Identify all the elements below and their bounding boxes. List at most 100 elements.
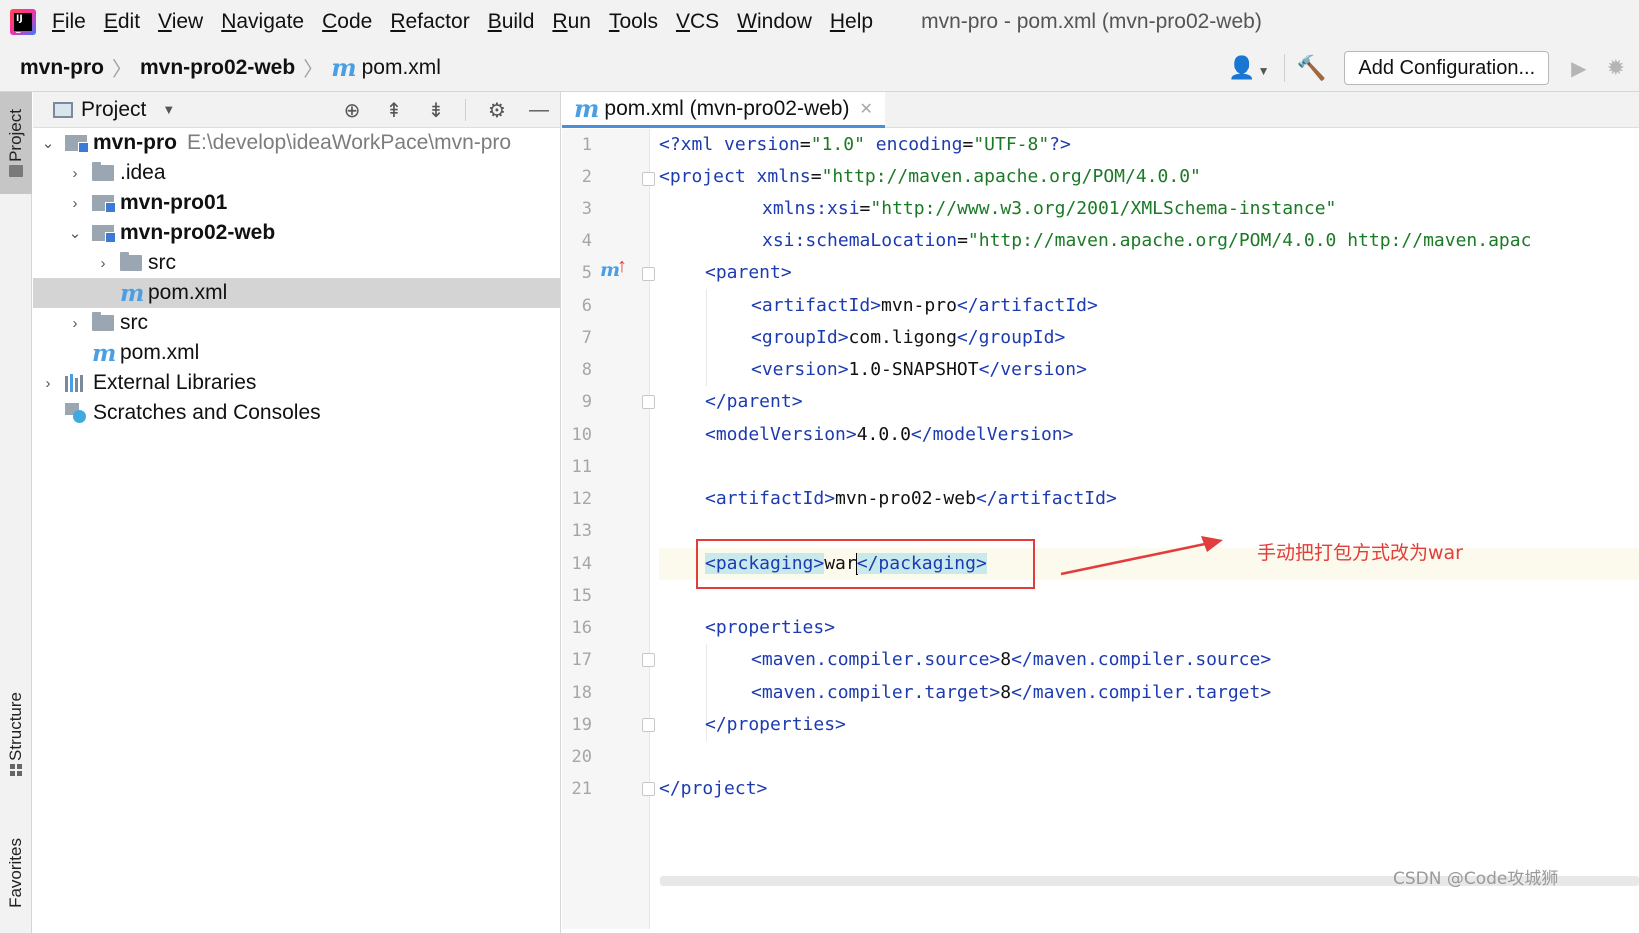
tool-tab-favorites[interactable]: Favorites bbox=[0, 812, 32, 933]
locate-file-crosshair-icon[interactable]: ⊕ bbox=[341, 98, 363, 123]
tree-item-external-libraries[interactable]: › External Libraries bbox=[33, 368, 560, 398]
line-number: 18 bbox=[571, 683, 592, 703]
code-line-3: xmlns:xsi="http://www.w3.org/2001/XMLSch… bbox=[762, 198, 1337, 219]
chevron-right-icon[interactable]: › bbox=[96, 255, 110, 272]
arrow-up-icon[interactable]: ↑ bbox=[617, 255, 627, 278]
tool-tab-structure[interactable]: Structure bbox=[0, 684, 32, 784]
left-tool-strip: Project Structure Favorites bbox=[0, 92, 32, 933]
tree-item-src[interactable]: › src bbox=[33, 308, 560, 338]
chevron-right-icon[interactable]: › bbox=[68, 195, 82, 212]
intellij-logo-icon: IJ _ bbox=[10, 9, 36, 35]
module-folder-icon bbox=[92, 195, 116, 213]
project-panel-header: Project ▼ ⊕ ⇞ ⇟ ⚙ — bbox=[33, 92, 560, 128]
menu-window[interactable]: Window bbox=[737, 10, 812, 34]
fold-marker-icon[interactable] bbox=[642, 653, 655, 667]
fold-marker-icon[interactable] bbox=[642, 172, 655, 186]
code-area[interactable]: <?xml version="1.0" encoding="UTF-8"?> <… bbox=[659, 129, 1639, 929]
folder-icon bbox=[9, 165, 23, 178]
line-number: 17 bbox=[571, 650, 592, 670]
tree-item-label: mvn-pro02-web bbox=[120, 221, 276, 244]
structure-icon bbox=[10, 764, 22, 777]
module-folder-icon bbox=[92, 225, 116, 243]
code-line-7: <groupId>com.ligong</groupId> bbox=[751, 327, 1066, 348]
menu-view[interactable]: View bbox=[158, 10, 203, 34]
folder-icon bbox=[92, 312, 114, 331]
tree-item-idea[interactable]: › .idea bbox=[33, 158, 560, 188]
tree-item-mvn-pro02-web[interactable]: ⌄ mvn-pro02-web bbox=[33, 218, 560, 248]
breadcrumb-separator-icon: 〉 bbox=[303, 59, 324, 81]
tool-tab-structure-label: Structure bbox=[6, 691, 25, 761]
hide-panel-minus-icon[interactable]: — bbox=[528, 99, 550, 122]
close-tab-icon[interactable]: ✕ bbox=[859, 99, 872, 119]
tree-item-mvn-pro[interactable]: ⌄ mvn-pro E:\develop\ideaWorkPace\mvn-pr… bbox=[33, 128, 560, 158]
line-number: 20 bbox=[571, 747, 592, 767]
chevron-right-icon[interactable]: › bbox=[41, 375, 55, 392]
line-number: 15 bbox=[571, 586, 592, 606]
folder-icon bbox=[120, 252, 142, 271]
fold-marker-icon[interactable] bbox=[642, 718, 655, 732]
watermark: CSDN @Code攻城狮 bbox=[1393, 869, 1559, 889]
menu-navigate[interactable]: Navigate bbox=[221, 10, 304, 34]
fold-marker-icon[interactable] bbox=[642, 267, 655, 281]
menu-vcs[interactable]: VCS bbox=[676, 10, 719, 34]
expand-all-icon[interactable]: ⇞ bbox=[383, 98, 405, 123]
code-line-1: <?xml version="1.0" encoding="UTF-8"?> bbox=[659, 134, 1071, 155]
view-dropdown-chevron-icon[interactable]: ▼ bbox=[162, 102, 175, 117]
chevron-down-icon[interactable]: ⌄ bbox=[41, 134, 55, 152]
folder-icon bbox=[92, 162, 114, 181]
breadcrumb-mvn-pro[interactable]: mvn-pro bbox=[20, 56, 104, 80]
line-number: 1 bbox=[581, 135, 592, 155]
menu-tools[interactable]: Tools bbox=[609, 10, 658, 34]
maven-file-icon: m bbox=[92, 339, 117, 367]
chevron-right-icon[interactable]: › bbox=[68, 165, 82, 182]
editor-tab-label: pom.xml (mvn-pro02-web) bbox=[604, 96, 850, 120]
vcs-user-icon[interactable]: 👤 ▼ bbox=[1228, 55, 1269, 81]
menu-file[interactable]: File bbox=[52, 10, 86, 34]
code-line-4: xsi:schemaLocation="http://maven.apache.… bbox=[762, 230, 1532, 251]
menu-bar: IJ _ File Edit View Navigate Code Refacto… bbox=[0, 0, 1639, 44]
toolbar-divider bbox=[1283, 54, 1285, 82]
breadcrumb-separator-icon: 〉 bbox=[112, 59, 132, 81]
module-folder-icon bbox=[65, 135, 89, 153]
fold-marker-icon[interactable] bbox=[642, 782, 655, 796]
collapse-all-icon[interactable]: ⇟ bbox=[425, 98, 447, 123]
menu-build[interactable]: Build bbox=[488, 10, 535, 34]
chevron-down-icon[interactable]: ⌄ bbox=[68, 224, 82, 242]
breadcrumb-mvn-pro02-web[interactable]: mvn-pro02-web bbox=[140, 56, 295, 80]
line-number: 2 bbox=[581, 167, 592, 187]
tree-item-pom-xml[interactable]: m pom.xml bbox=[33, 338, 560, 368]
menu-help[interactable]: Help bbox=[830, 10, 873, 34]
menu-run[interactable]: Run bbox=[552, 10, 591, 34]
line-number: 19 bbox=[571, 715, 592, 735]
breadcrumb-pom-xml[interactable]: pom.xml bbox=[362, 56, 441, 80]
tree-item-pom-xml-selected[interactable]: m pom.xml bbox=[33, 278, 560, 308]
tree-item-path: E:\develop\ideaWorkPace\mvn-pro bbox=[187, 131, 512, 154]
build-hammer-icon[interactable]: 🔨 bbox=[1297, 54, 1327, 83]
tree-item-mvn-pro01[interactable]: › mvn-pro01 bbox=[33, 188, 560, 218]
menu-refactor[interactable]: Refactor bbox=[390, 10, 469, 34]
maven-file-icon: m bbox=[574, 94, 600, 123]
line-number: 12 bbox=[571, 489, 592, 509]
line-number: 9 bbox=[581, 392, 592, 412]
add-configuration-button[interactable]: Add Configuration... bbox=[1344, 51, 1550, 85]
menu-code[interactable]: Code bbox=[322, 10, 372, 34]
chevron-right-icon[interactable]: › bbox=[68, 315, 82, 332]
tree-item-label: Scratches and Consoles bbox=[93, 401, 321, 424]
tree-item-scratches[interactable]: Scratches and Consoles bbox=[33, 398, 560, 428]
code-line-9: </parent> bbox=[705, 391, 803, 412]
debug-bug-icon[interactable]: ✹ bbox=[1607, 55, 1625, 81]
project-panel-title[interactable]: Project bbox=[81, 98, 146, 122]
navigation-bar: mvn-pro 〉 mvn-pro02-web 〉 m pom.xml 👤 ▼ 🔨… bbox=[0, 44, 1639, 92]
menu-edit[interactable]: Edit bbox=[104, 10, 140, 34]
settings-gear-icon[interactable]: ⚙ bbox=[486, 98, 508, 123]
tree-item-src[interactable]: › src bbox=[33, 248, 560, 278]
line-number: 7 bbox=[581, 328, 592, 348]
fold-marker-icon[interactable] bbox=[642, 395, 655, 409]
code-line-17: <maven.compiler.source>8</maven.compiler… bbox=[751, 649, 1272, 670]
library-icon bbox=[65, 374, 87, 392]
line-number: 14 bbox=[571, 554, 592, 574]
line-number: 13 bbox=[571, 521, 592, 541]
run-icon[interactable]: ▶ bbox=[1571, 56, 1586, 81]
editor-tab-pom-xml[interactable]: m pom.xml (mvn-pro02-web) ✕ bbox=[562, 92, 885, 128]
tool-tab-project[interactable]: Project bbox=[0, 92, 32, 194]
